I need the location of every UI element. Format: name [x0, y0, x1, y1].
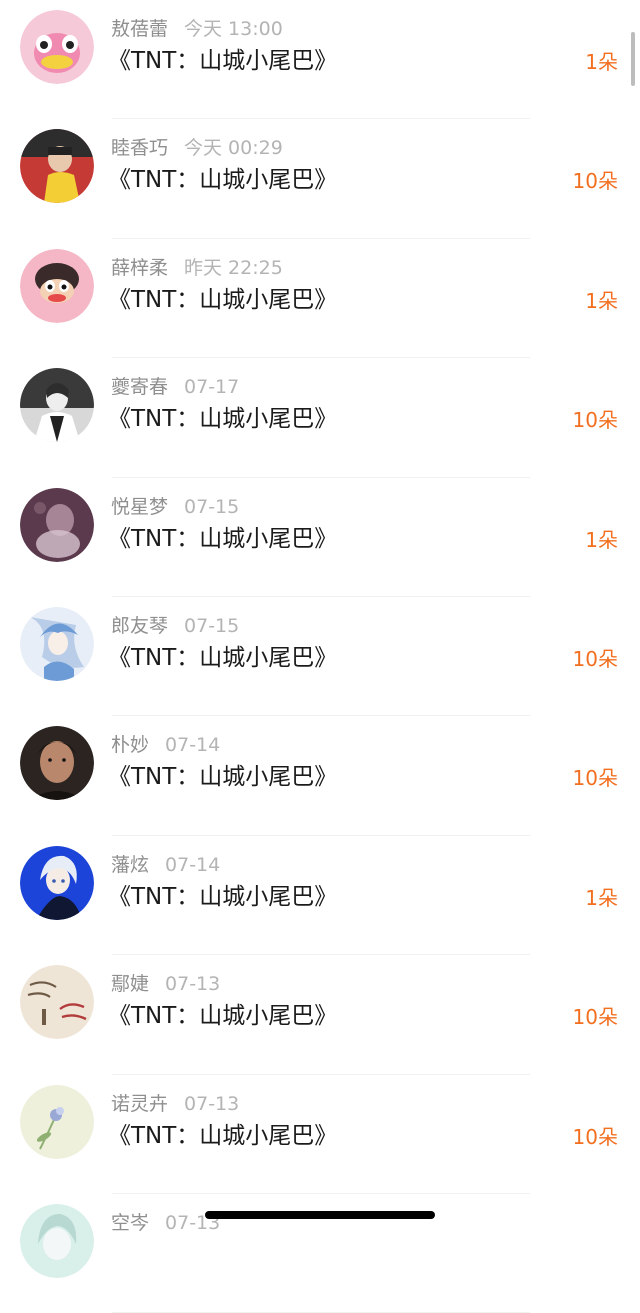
sender-name[interactable]: 夔寄春 — [111, 376, 168, 398]
portrait-bw-avatar-icon[interactable] — [20, 368, 94, 443]
flower-count: 1朵 — [585, 50, 618, 74]
gift-meta: 薛梓柔 昨天 22:25 — [111, 255, 283, 281]
sender-name[interactable]: 鄢婕 — [111, 973, 149, 995]
pink-duck-avatar-icon[interactable] — [20, 10, 94, 84]
gift-meta: 朴妙 07-14 — [111, 732, 220, 758]
gift-meta: 夔寄春 07-17 — [111, 374, 239, 400]
book-title[interactable]: 《TNT：山城小尾巴》 — [108, 881, 337, 913]
home-indicator[interactable] — [205, 1211, 435, 1219]
dark-figure-avatar-icon[interactable] — [20, 487, 94, 562]
anime-blue-avatar-icon[interactable] — [20, 606, 94, 681]
sender-name[interactable]: 睦香巧 — [111, 137, 168, 159]
gift-time: 07-15 — [184, 614, 240, 637]
flower-count: 1朵 — [585, 527, 618, 552]
sender-name[interactable]: 悦星梦 — [111, 496, 168, 518]
sender-name[interactable]: 藩炫 — [111, 854, 149, 876]
gift-list-item[interactable]: 诺灵卉 07-13 《TNT：山城小尾巴》 10朵 — [0, 1075, 640, 1195]
sender-name[interactable]: 郎友琴 — [111, 615, 168, 637]
gift-list-item[interactable]: 睦香巧 今天 00:29 《TNT：山城小尾巴》 10朵 — [0, 119, 640, 240]
gift-list-item[interactable]: 藩炫 07-14 《TNT：山城小尾巴》 1朵 — [0, 836, 640, 956]
gift-meta: 鄢婕 07-13 — [111, 971, 220, 997]
flower-count: 10朵 — [572, 169, 618, 194]
gift-list-item[interactable]: 夔寄春 07-17 《TNT：山城小尾巴》 10朵 — [0, 358, 640, 478]
monkey-avatar-icon[interactable] — [20, 248, 94, 323]
sender-name[interactable]: 敖蓓蕾 — [111, 18, 168, 40]
calligraphy-avatar-icon[interactable] — [20, 965, 94, 1040]
book-title[interactable]: 《TNT：山城小尾巴》 — [108, 523, 337, 555]
book-title[interactable]: 《TNT：山城小尾巴》 — [108, 164, 337, 196]
gift-time: 07-13 — [184, 1092, 240, 1115]
book-title[interactable]: 《TNT：山城小尾巴》 — [108, 1000, 337, 1032]
gift-time: 今天 00:29 — [184, 137, 283, 160]
flower-count: 1朵 — [585, 885, 618, 910]
gift-time: 07-15 — [184, 495, 240, 518]
book-title[interactable]: 《TNT：山城小尾巴》 — [108, 403, 337, 435]
flower-count: 1朵 — [585, 288, 618, 313]
gift-meta: 诺灵卉 07-13 — [111, 1091, 239, 1117]
flower-count: 10朵 — [572, 1005, 618, 1030]
anime-white-hair-avatar-icon[interactable] — [20, 845, 94, 920]
gift-list-item[interactable]: 薛梓柔 昨天 22:25 《TNT：山城小尾巴》 1朵 — [0, 239, 640, 359]
flower-count: 10朵 — [572, 1124, 618, 1149]
gift-meta: 郎友琴 07-15 — [111, 613, 239, 639]
gift-meta: 悦星梦 07-15 — [111, 494, 239, 520]
flower-avatar-icon[interactable] — [20, 1084, 94, 1159]
man-portrait-avatar-icon[interactable] — [20, 726, 94, 801]
book-title[interactable]: 《TNT：山城小尾巴》 — [108, 642, 337, 674]
gift-time: 今天 13:00 — [184, 18, 283, 40]
sender-name[interactable]: 朴妙 — [111, 734, 149, 756]
gift-time: 昨天 22:25 — [184, 256, 283, 279]
gift-meta: 敖蓓蕾 今天 13:00 — [111, 16, 283, 42]
gift-list-item[interactable]: 敖蓓蕾 今天 13:00 《TNT：山城小尾巴》 1朵 — [0, 0, 640, 120]
gift-meta: 空岑 07-13 — [111, 1210, 220, 1236]
gift-meta: 藩炫 07-14 — [111, 852, 220, 878]
flower-count: 10朵 — [572, 766, 618, 791]
gift-time: 07-14 — [165, 734, 221, 757]
gift-time: 07-17 — [184, 376, 240, 399]
flower-count: 10朵 — [572, 646, 618, 671]
sender-name[interactable]: 诺灵卉 — [111, 1093, 168, 1115]
gift-list-item[interactable]: 朴妙 07-14 《TNT：山城小尾巴》 10朵 — [0, 716, 640, 837]
book-title[interactable]: 《TNT：山城小尾巴》 — [108, 45, 337, 77]
book-title[interactable]: 《TNT：山城小尾巴》 — [108, 1120, 337, 1152]
book-title[interactable]: 《TNT：山城小尾巴》 — [108, 761, 337, 793]
gift-time: 07-14 — [165, 853, 221, 876]
anime-pale-avatar-icon[interactable] — [20, 1203, 94, 1278]
scrollbar[interactable] — [631, 32, 635, 86]
flower-count: 10朵 — [572, 408, 618, 433]
gift-list-item[interactable]: 悦星梦 07-15 《TNT：山城小尾巴》 1朵 — [0, 478, 640, 598]
book-title[interactable]: 《TNT：山城小尾巴》 — [108, 284, 337, 316]
gift-time: 07-13 — [165, 973, 221, 996]
gift-list-item[interactable]: 鄢婕 07-13 《TNT：山城小尾巴》 10朵 — [0, 955, 640, 1075]
yellow-shirt-avatar-icon[interactable] — [20, 129, 94, 204]
gift-list-item[interactable]: 郎友琴 07-15 《TNT：山城小尾巴》 10朵 — [0, 597, 640, 717]
sender-name[interactable]: 薛梓柔 — [111, 257, 168, 279]
gift-list: 敖蓓蕾 今天 13:00 《TNT：山城小尾巴》 1朵 睦香巧 今天 00:29 《TNT：… — [0, 0, 640, 1313]
gift-meta: 睦香巧 今天 00:29 — [111, 135, 283, 161]
